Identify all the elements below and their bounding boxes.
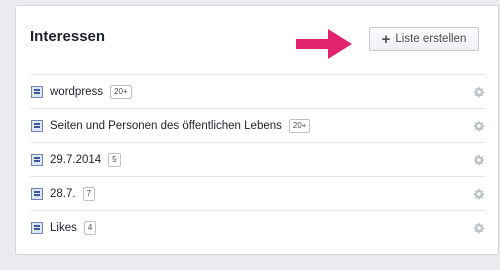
interest-lists: wordpress 20+ Seiten und Personen des öf… [30,74,485,244]
list-icon [31,85,43,98]
list-item: Seiten und Personen des öffentlichen Leb… [30,108,485,142]
count-badge: 20+ [110,84,132,99]
panel-title: Interessen [30,28,106,45]
list-item: Likes 4 [30,210,485,244]
list-icon [31,221,43,234]
count-badge: 20+ [288,118,311,133]
list-item-label[interactable]: 28.7. [50,188,76,200]
list-icon [31,119,43,132]
list-item: 29.7.2014 5 [30,142,485,176]
list-item: wordpress 20+ [30,74,485,108]
gear-icon[interactable] [473,222,485,234]
count-badge: 5 [108,152,121,167]
list-item-label[interactable]: 29.7.2014 [50,154,101,166]
list-item: 28.7. 7 [30,176,485,210]
interests-panel: Interessen + Liste erstellen wordpress 2… [15,5,499,255]
gear-icon[interactable] [473,154,485,166]
list-item-label[interactable]: wordpress [50,86,103,98]
count-badge: 7 [82,186,96,201]
gear-icon[interactable] [473,188,485,200]
gear-icon[interactable] [473,86,485,98]
gear-icon[interactable] [473,120,485,132]
create-list-label: Liste erstellen [395,33,467,45]
create-list-button[interactable]: + Liste erstellen [369,27,479,51]
count-badge: 4 [83,220,97,235]
list-icon [31,153,43,166]
list-item-label[interactable]: Seiten und Personen des öffentlichen Leb… [50,120,282,132]
plus-icon: + [381,30,391,48]
arrow-right-icon [296,29,352,59]
list-item-label[interactable]: Likes [50,222,77,234]
list-icon [31,187,43,200]
